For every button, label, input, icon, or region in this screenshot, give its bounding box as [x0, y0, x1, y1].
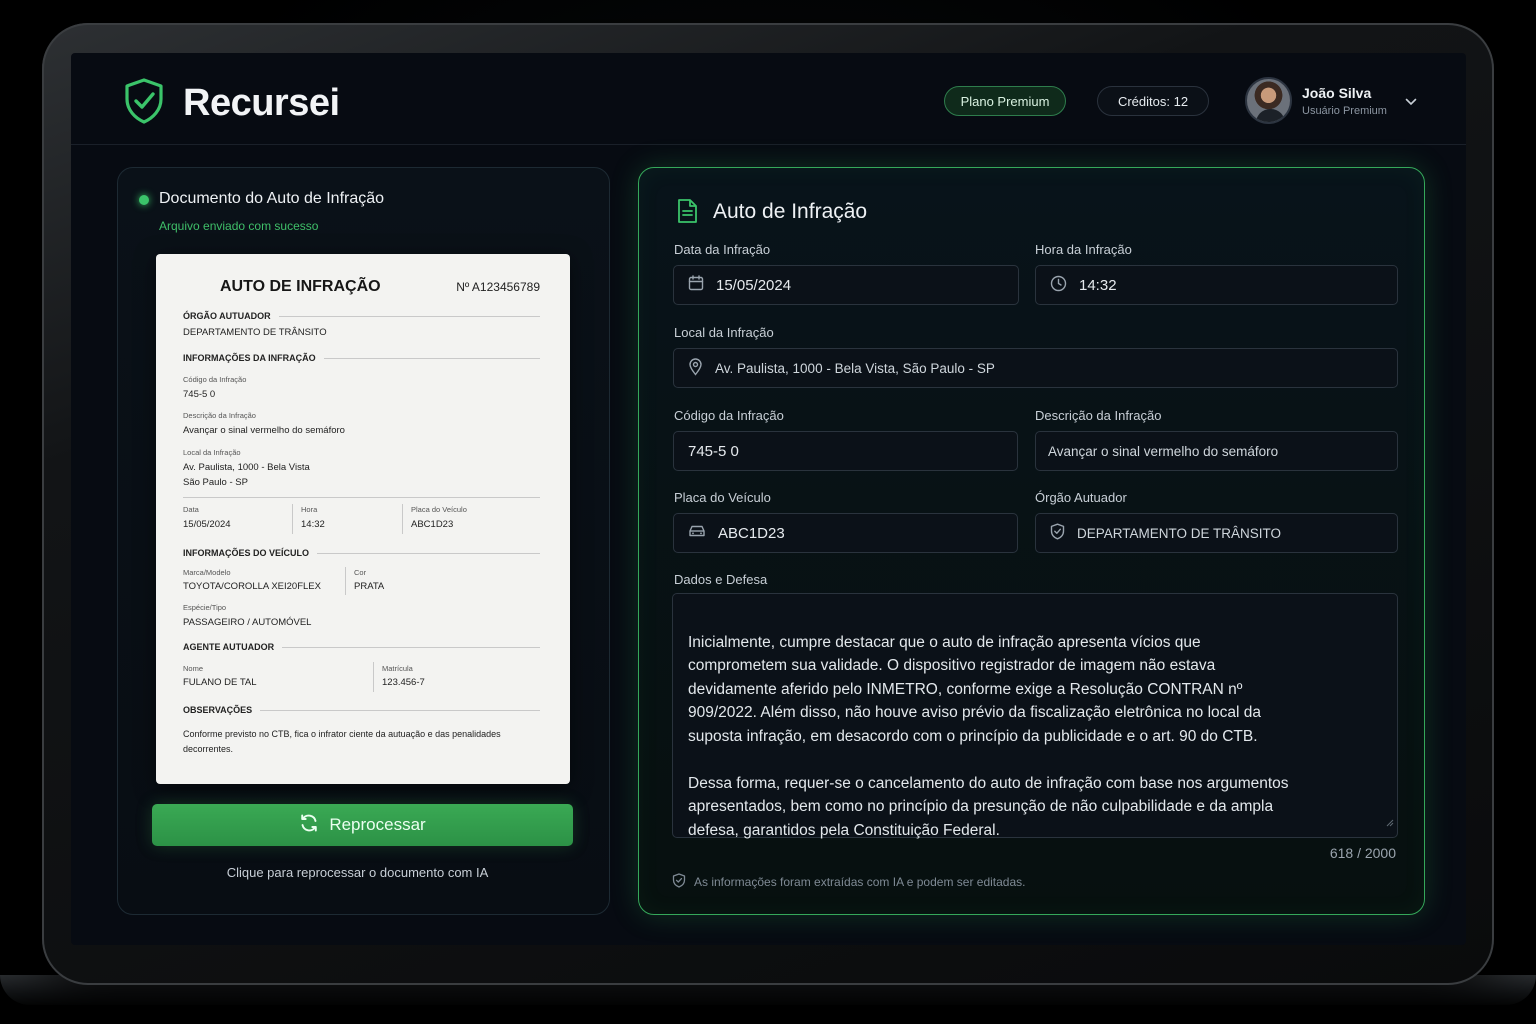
ai-notice: As informações foram extraídas com IA e … [672, 873, 1026, 891]
data-label: Data da Infração [674, 242, 771, 257]
codigo-value: 745-5 0 [688, 442, 739, 460]
doc-orgao-value: DEPARTAMENTO DE TRÂNSITO [183, 327, 327, 338]
doc-divider [292, 504, 293, 534]
hora-value: 14:32 [1079, 276, 1117, 294]
avatar [1245, 77, 1292, 124]
doc-marca-label: Marca/Modelo [183, 568, 231, 577]
doc-codigo-label: Código da Infração [183, 375, 247, 384]
defesa-label: Dados e Defesa [674, 572, 768, 587]
orgao-label: Órgão Autuador [1035, 490, 1127, 505]
descricao-label: Descrição da Infração [1035, 408, 1162, 423]
infraction-form-panel: Auto de Infração Data da Infração 15/05/… [638, 167, 1425, 915]
credits-badge[interactable]: Créditos: 12 [1097, 86, 1209, 116]
defesa-textarea[interactable]: Inicialmente, cumpre destacar que o auto… [672, 593, 1398, 839]
doc-heading: AUTO DE INFRAÇÃO [220, 278, 381, 295]
doc-cor-label: Cor [354, 568, 367, 577]
orgao-field[interactable]: DEPARTAMENTO DE TRÂNSITO [1035, 513, 1398, 553]
document-preview[interactable]: AUTO DE INFRAÇÃO Nº A123456789 ÓRGÃO AUT… [156, 254, 570, 784]
map-pin-icon [688, 357, 703, 379]
placa-field[interactable]: ABC1D23 [673, 513, 1018, 553]
doc-obs-line1: Conforme previsto no CTB, fica o infrato… [183, 729, 501, 739]
character-counter: 618 / 2000 [1329, 845, 1396, 861]
doc-local-line2: São Paulo - SP [183, 477, 248, 488]
reprocess-button[interactable]: Reprocessar [152, 804, 573, 846]
reprocess-hint: Clique para reprocessar o documento com … [226, 865, 489, 880]
document-panel-title: Documento do Auto de Infração [159, 190, 385, 207]
doc-hora-value: 14:32 [301, 519, 325, 530]
local-field[interactable]: Av. Paulista, 1000 - Bela Vista, São Pau… [673, 348, 1398, 388]
brand-name: Recursei [183, 82, 340, 124]
doc-codigo-value: 745-5 0 [183, 389, 216, 400]
laptop-scene: Recursei Plano Premium Créditos: 12 João… [0, 0, 1536, 1024]
doc-nome-label: Nome [183, 664, 204, 673]
ai-notice-text: As informações foram extraídas com IA e … [694, 875, 1026, 889]
orgao-value: DEPARTAMENTO DE TRÂNSITO [1077, 525, 1282, 541]
doc-marca-value: TOYOTA/COROLLA XEI20FLEX [183, 581, 321, 592]
app-screen: Recursei Plano Premium Créditos: 12 João… [71, 53, 1466, 945]
shield-check-icon [123, 77, 165, 130]
data-value: 15/05/2024 [716, 276, 792, 294]
doc-matricula-value: 123.456-7 [382, 677, 425, 688]
user-role: Usuário Premium [1302, 104, 1387, 117]
codigo-label: Código da Infração [674, 408, 784, 423]
placa-label: Placa do Veículo [674, 490, 771, 505]
doc-number: Nº A123456789 [456, 280, 540, 294]
shield-icon [1050, 523, 1065, 543]
doc-section-orgao: ÓRGÃO AUTUADOR [183, 311, 540, 321]
doc-section-obs: OBSERVAÇÕES [183, 705, 540, 715]
doc-placa-value: ABC1D23 [411, 519, 454, 530]
user-menu[interactable]: João Silva Usuário Premium [1245, 77, 1417, 124]
data-field[interactable]: 15/05/2024 [673, 265, 1019, 305]
descricao-field[interactable]: Avançar o sinal vermelho do semáforo [1035, 431, 1398, 471]
doc-divider [402, 504, 403, 534]
doc-local-line1: Av. Paulista, 1000 - Bela Vista [183, 462, 310, 473]
hora-field[interactable]: 14:32 [1035, 265, 1398, 305]
app-header: Recursei Plano Premium Créditos: 12 João… [71, 53, 1466, 145]
doc-descricao-label: Descrição da Infração [183, 411, 256, 420]
placa-value: ABC1D23 [718, 524, 785, 542]
local-label: Local da Infração [674, 325, 774, 340]
doc-obs-line2: decorrentes. [183, 744, 234, 754]
codigo-field[interactable]: 745-5 0 [673, 431, 1018, 471]
shield-check-icon [672, 873, 686, 891]
refresh-icon [299, 813, 319, 838]
doc-section-agente: AGENTE AUTUADOR [183, 642, 540, 652]
local-value: Av. Paulista, 1000 - Bela Vista, São Pau… [715, 360, 995, 376]
chevron-down-icon[interactable] [1405, 93, 1417, 111]
plan-badge[interactable]: Plano Premium [944, 86, 1066, 116]
status-dot [139, 195, 149, 205]
doc-nome-value: FULANO DE TAL [183, 677, 257, 688]
user-name: João Silva [1302, 84, 1372, 101]
doc-divider [183, 497, 540, 498]
doc-section-info: INFORMAÇÕES DA INFRAÇÃO [183, 353, 540, 363]
document-icon [676, 198, 698, 229]
doc-divider [345, 567, 346, 595]
doc-section-veiculo: INFORMAÇÕES DO VEÍCULO [183, 548, 540, 558]
doc-divider [373, 662, 374, 692]
clock-icon [1050, 275, 1067, 296]
doc-data-label: Data [183, 505, 199, 514]
defesa-text: Inicialmente, cumpre destacar que o auto… [688, 633, 1289, 839]
descricao-value: Avançar o sinal vermelho do semáforo [1048, 443, 1279, 459]
doc-data-value: 15/05/2024 [183, 519, 231, 530]
brand[interactable]: Recursei [123, 77, 340, 130]
car-icon [688, 524, 706, 542]
doc-matricula-label: Matrícula [382, 664, 413, 673]
upload-status: Arquivo enviado com sucesso [159, 219, 319, 233]
reprocess-label: Reprocessar [329, 815, 426, 834]
doc-descricao-value: Avançar o sinal vermelho do semáforo [183, 425, 345, 436]
document-panel: Documento do Auto de Infração Arquivo en… [117, 167, 610, 915]
calendar-icon [688, 275, 704, 295]
doc-hora-label: Hora [301, 505, 318, 514]
resize-handle-icon[interactable] [1386, 787, 1394, 834]
doc-placa-label: Placa do Veículo [411, 505, 467, 514]
doc-especie-label: Espécie/Tipo [183, 603, 227, 612]
doc-especie-value: PASSAGEIRO / AUTOMÓVEL [183, 617, 312, 628]
doc-local-label: Local da Infração [183, 448, 241, 457]
doc-cor-value: PRATA [354, 581, 385, 592]
form-title: Auto de Infração [713, 200, 868, 223]
hora-label: Hora da Infração [1035, 242, 1132, 257]
